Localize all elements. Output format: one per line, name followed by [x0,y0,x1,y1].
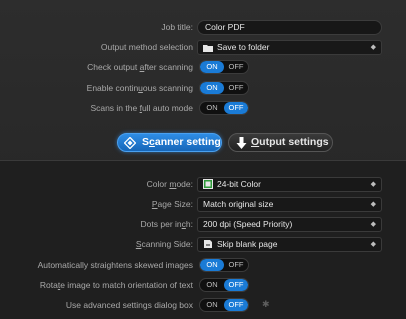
job-title-input[interactable]: Color PDF [197,20,382,35]
check-output-toggle[interactable]: ON OFF [199,60,249,74]
continuous-label: Enable continuous scanning [86,83,193,93]
toggle-on[interactable]: ON [200,102,224,114]
straighten-toggle[interactable]: ON OFF [199,258,249,272]
job-title-row: Job title: Color PDF [0,18,406,36]
down-arrow-icon [236,137,247,149]
toggle-off[interactable]: OFF [224,102,248,114]
straighten-label: Automatically straightens skewed images [37,260,193,270]
full-auto-label: Scans in the full auto mode [90,103,193,113]
toggle-on[interactable]: ON [200,279,224,291]
select-arrows-icon: ◆ [370,221,376,228]
continuous-row: Enable continuous scanning ON OFF [0,79,406,97]
settings-tabbar: Scanner setting Output settings [0,126,406,160]
scanning-side-select[interactable]: Skip blank page ◆ [197,237,382,252]
advanced-row: Use advanced settings dialog box ON OFF … [0,296,406,314]
scanning-side-value: Skip blank page [217,239,278,249]
select-arrows-icon: ◆ [370,241,376,248]
dpi-row: Dots per inch: 200 dpi (Speed Priority) … [0,215,406,233]
output-method-select[interactable]: Save to folder ◆ [197,40,382,55]
output-method-value: Save to folder [217,42,270,52]
output-method-row: Output method selection Save to folder ◆ [0,38,406,56]
toggle-on[interactable]: ON [200,82,224,94]
page-size-select[interactable]: Match original size ◆ [197,197,382,212]
toggle-off[interactable]: OFF [224,299,248,311]
page-size-label: Page Size: [151,199,193,209]
scanner-settings-section: Color mode: 24-bit Color ◆ Page Size: Ma… [0,160,406,319]
rotate-toggle[interactable]: ON OFF [199,278,249,292]
folder-icon [203,43,213,56]
color-mode-icon [203,179,213,193]
toggle-on[interactable]: ON [200,61,224,73]
dpi-label: Dots per inch: [140,219,193,229]
rotate-label: Rotate image to match orientation of tex… [39,280,193,290]
scanning-side-row: Scanning Side: Skip blank page ◆ [0,235,406,253]
scanning-side-label: Scanning Side: [135,239,193,249]
advanced-toggle[interactable]: ON OFF [199,298,249,312]
toggle-off[interactable]: OFF [224,82,248,94]
dpi-select[interactable]: 200 dpi (Speed Priority) ◆ [197,217,382,232]
check-output-row: Check output after scanning ON OFF [0,58,406,76]
color-mode-select[interactable]: 24-bit Color ◆ [197,177,382,192]
select-arrows-icon: ◆ [370,181,376,188]
page-size-row: Page Size: Match original size ◆ [0,195,406,213]
output-method-label: Output method selection [100,42,193,52]
straighten-row: Automatically straightens skewed images … [0,256,406,274]
page-icon [203,239,213,253]
toggle-off[interactable]: OFF [224,259,248,271]
toggle-off[interactable]: OFF [224,61,248,73]
select-arrows-icon: ◆ [370,201,376,208]
tab-scanner-setting[interactable]: Scanner setting [117,133,222,152]
dpi-value: 200 dpi (Speed Priority) [203,219,293,229]
gear-icon[interactable]: ✱ [262,300,271,309]
full-auto-toggle[interactable]: ON OFF [199,101,249,115]
color-mode-row: Color mode: 24-bit Color ◆ [0,175,406,193]
advanced-label: Use advanced settings dialog box [65,300,193,310]
select-arrows-icon: ◆ [370,44,376,51]
continuous-toggle[interactable]: ON OFF [199,81,249,95]
check-output-label: Check output after scanning [87,62,193,72]
job-title-label: Job title: [161,22,193,32]
page-size-value: Match original size [203,199,274,209]
scan-settings-panel: Job title: Color PDF Output method selec… [0,0,406,319]
job-settings-section: Job title: Color PDF Output method selec… [0,0,406,125]
tab-output-settings[interactable]: Output settings [228,133,333,152]
toggle-on[interactable]: ON [200,259,224,271]
color-mode-label: Color mode: [146,179,193,189]
scanner-diamond-icon [124,137,136,149]
tab-scanner-label: Scanner setting [142,136,221,148]
rotate-row: Rotate image to match orientation of tex… [0,276,406,294]
full-auto-row: Scans in the full auto mode ON OFF [0,99,406,117]
toggle-on[interactable]: ON [200,299,224,311]
tab-output-label: Output settings [251,136,329,148]
color-mode-value: 24-bit Color [217,179,261,189]
toggle-off[interactable]: OFF [224,279,248,291]
